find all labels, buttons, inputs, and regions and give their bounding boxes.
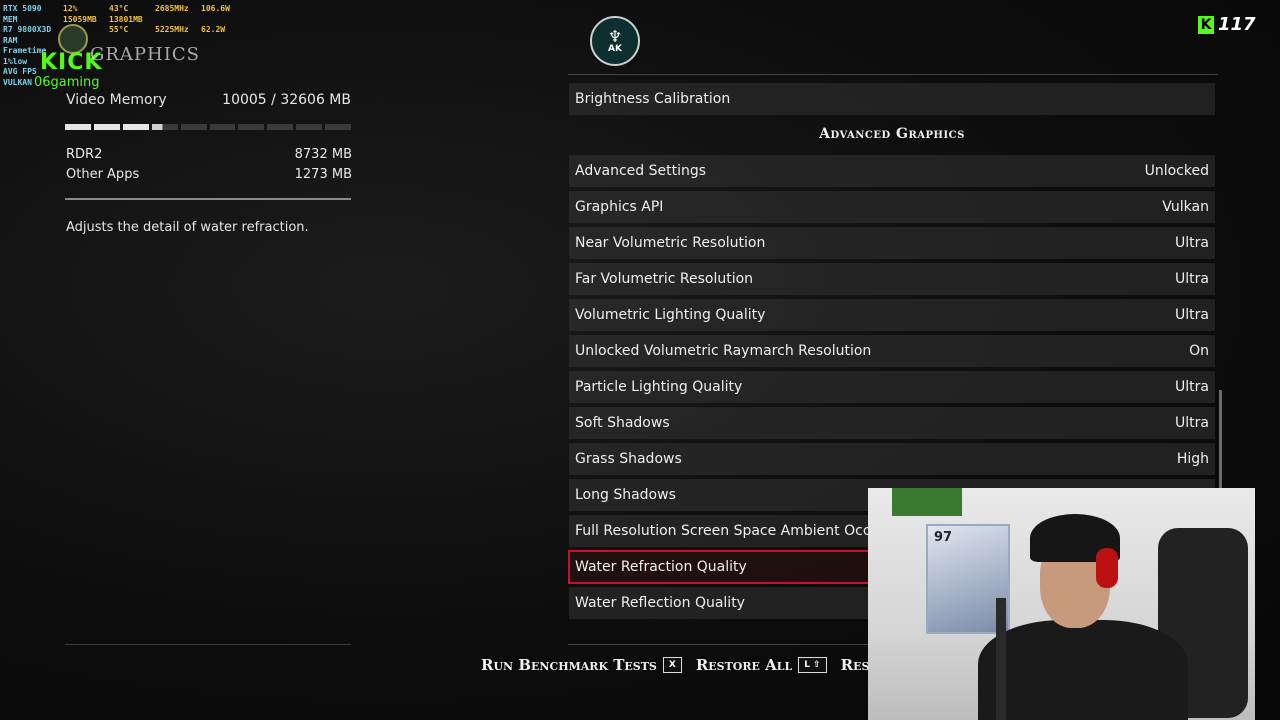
memory-bar-segment [180, 124, 207, 130]
memory-bar-segment [267, 124, 294, 130]
memory-bar-segment [296, 124, 323, 130]
overlay-value: 62.2W [201, 25, 226, 34]
overlay-row: RTX 5090 12% 43°C 2685MHz 106.6W [3, 4, 247, 15]
advanced-graphics-header: Advanced Graphics [819, 126, 965, 142]
video-memory-label: Video Memory [66, 92, 167, 108]
setting-option[interactable]: Soft Shadows Ultra [569, 407, 1215, 439]
microphone-stand [996, 598, 1006, 720]
memory-bar-segment [238, 124, 265, 130]
app-usage: 8732 MB [294, 147, 352, 162]
divider [65, 198, 351, 200]
kick-icon: K [1198, 15, 1214, 34]
option-label: Advanced Settings [575, 163, 707, 179]
option-label: Grass Shadows [575, 451, 682, 467]
memory-bar-segment [209, 124, 236, 130]
option-value: Vulkan [1162, 199, 1209, 215]
setting-option[interactable]: Advanced Settings Unlocked [569, 155, 1215, 187]
overlay-row: MEM 15059MB 13801MB [3, 15, 247, 26]
setting-option[interactable]: Graphics API Vulkan [569, 191, 1215, 223]
memory-bar-segment [122, 124, 149, 130]
key-x-icon: X [662, 657, 682, 673]
setting-option[interactable]: Far Volumetric Resolution Ultra [569, 263, 1215, 295]
overlay-value: 12% [63, 4, 78, 13]
option-label: Far Volumetric Resolution [575, 271, 754, 287]
option-label: Particle Lighting Quality [575, 379, 743, 395]
app-usage-row: RDR2 8732 MB [66, 147, 352, 162]
emblem-text: AK [608, 43, 622, 54]
viewer-count-value: 117 [1218, 14, 1256, 35]
overlay-value: 2685MHz [155, 4, 189, 13]
section-title: GRAPHICS [90, 44, 200, 65]
restore-all-button[interactable]: Restore All L ⇧ [696, 656, 827, 674]
overlay-label: R7 9800X3D [3, 25, 52, 34]
option-value: On [1189, 343, 1209, 359]
setting-option[interactable]: Unlocked Volumetric Raymarch Resolution O… [569, 335, 1215, 367]
card-rating: 97 [934, 530, 953, 545]
brightness-calibration-option[interactable]: Brightness Calibration [569, 83, 1215, 115]
app-name: Other Apps [66, 167, 140, 182]
footer-actions: Run Benchmark Tests X Restore All L ⇧ Re… [481, 656, 928, 674]
person-body [978, 620, 1188, 720]
scrollbar[interactable] [1219, 390, 1222, 490]
kick-handle: 06gaming [34, 75, 100, 90]
overlay-label: RAM [3, 35, 18, 45]
setting-option[interactable]: Volumetric Lighting Quality Ultra [569, 299, 1215, 331]
option-label: Volumetric Lighting Quality [575, 307, 766, 323]
overlay-value: 43°C [109, 4, 129, 13]
option-label: Full Resolution Screen Space Ambient Occ… [575, 523, 912, 539]
memory-bar-segment [93, 124, 120, 130]
headset-icon [1096, 548, 1118, 588]
eagle-icon: ♆ [607, 26, 623, 46]
option-value: Ultra [1175, 271, 1209, 287]
memory-bar-segment [65, 124, 91, 130]
setting-option[interactable]: Particle Lighting Quality Ultra [569, 371, 1215, 403]
overlay-value: 106.6W [201, 4, 230, 13]
setting-option[interactable]: Grass Shadows High [569, 443, 1215, 475]
memory-bar-segment [151, 124, 178, 130]
option-label: Long Shadows [575, 487, 676, 503]
restore-all-label: Restore All [695, 656, 793, 674]
overlay-label: RTX 5090 [3, 4, 42, 13]
overlay-row: R7 9800X3D 55°C 5225MHz 62.2W [3, 25, 247, 36]
app-usage: 1273 MB [294, 167, 352, 182]
overlay-value: 13801MB [109, 14, 143, 24]
app-usage-row: Other Apps 1273 MB [66, 167, 352, 182]
streamer-emblem: ♆ AK [590, 16, 640, 66]
option-value: Ultra [1175, 235, 1209, 251]
option-label: Water Refraction Quality [575, 559, 747, 575]
option-label: Near Volumetric Resolution [575, 235, 766, 251]
option-label: Graphics API [575, 199, 664, 215]
viewer-count: K 117 [1198, 14, 1256, 35]
webcam-overlay: 97 [868, 488, 1255, 720]
option-value: Ultra [1175, 307, 1209, 323]
divider [568, 74, 1218, 75]
setting-description: Adjusts the detail of water refraction. [66, 220, 309, 235]
gpu-box-image [892, 488, 962, 516]
overlay-value: 5225MHz [155, 25, 189, 34]
memory-bar-segment [325, 124, 352, 130]
option-value: Ultra [1175, 415, 1209, 431]
option-label: Brightness Calibration [575, 91, 731, 107]
overlay-value: 55°C [109, 25, 129, 34]
divider [65, 644, 351, 645]
key-shift-icon: L ⇧ [798, 657, 827, 673]
option-value: Unlocked [1144, 163, 1209, 179]
option-label: Water Reflection Quality [575, 595, 745, 611]
option-value: Ultra [1175, 379, 1209, 395]
run-benchmark-label: Run Benchmark Tests [481, 656, 657, 674]
option-value: High [1176, 451, 1209, 467]
option-label: Soft Shadows [575, 415, 670, 431]
video-memory-value: 10005 / 32606 MB [222, 92, 351, 108]
overlay-label: MEM [3, 14, 18, 24]
setting-option[interactable]: Near Volumetric Resolution Ultra [569, 227, 1215, 259]
option-label: Unlocked Volumetric Raymarch Resolution [575, 343, 872, 359]
video-memory-bar [65, 124, 352, 130]
app-name: RDR2 [66, 147, 103, 162]
run-benchmark-button[interactable]: Run Benchmark Tests X [481, 656, 682, 674]
